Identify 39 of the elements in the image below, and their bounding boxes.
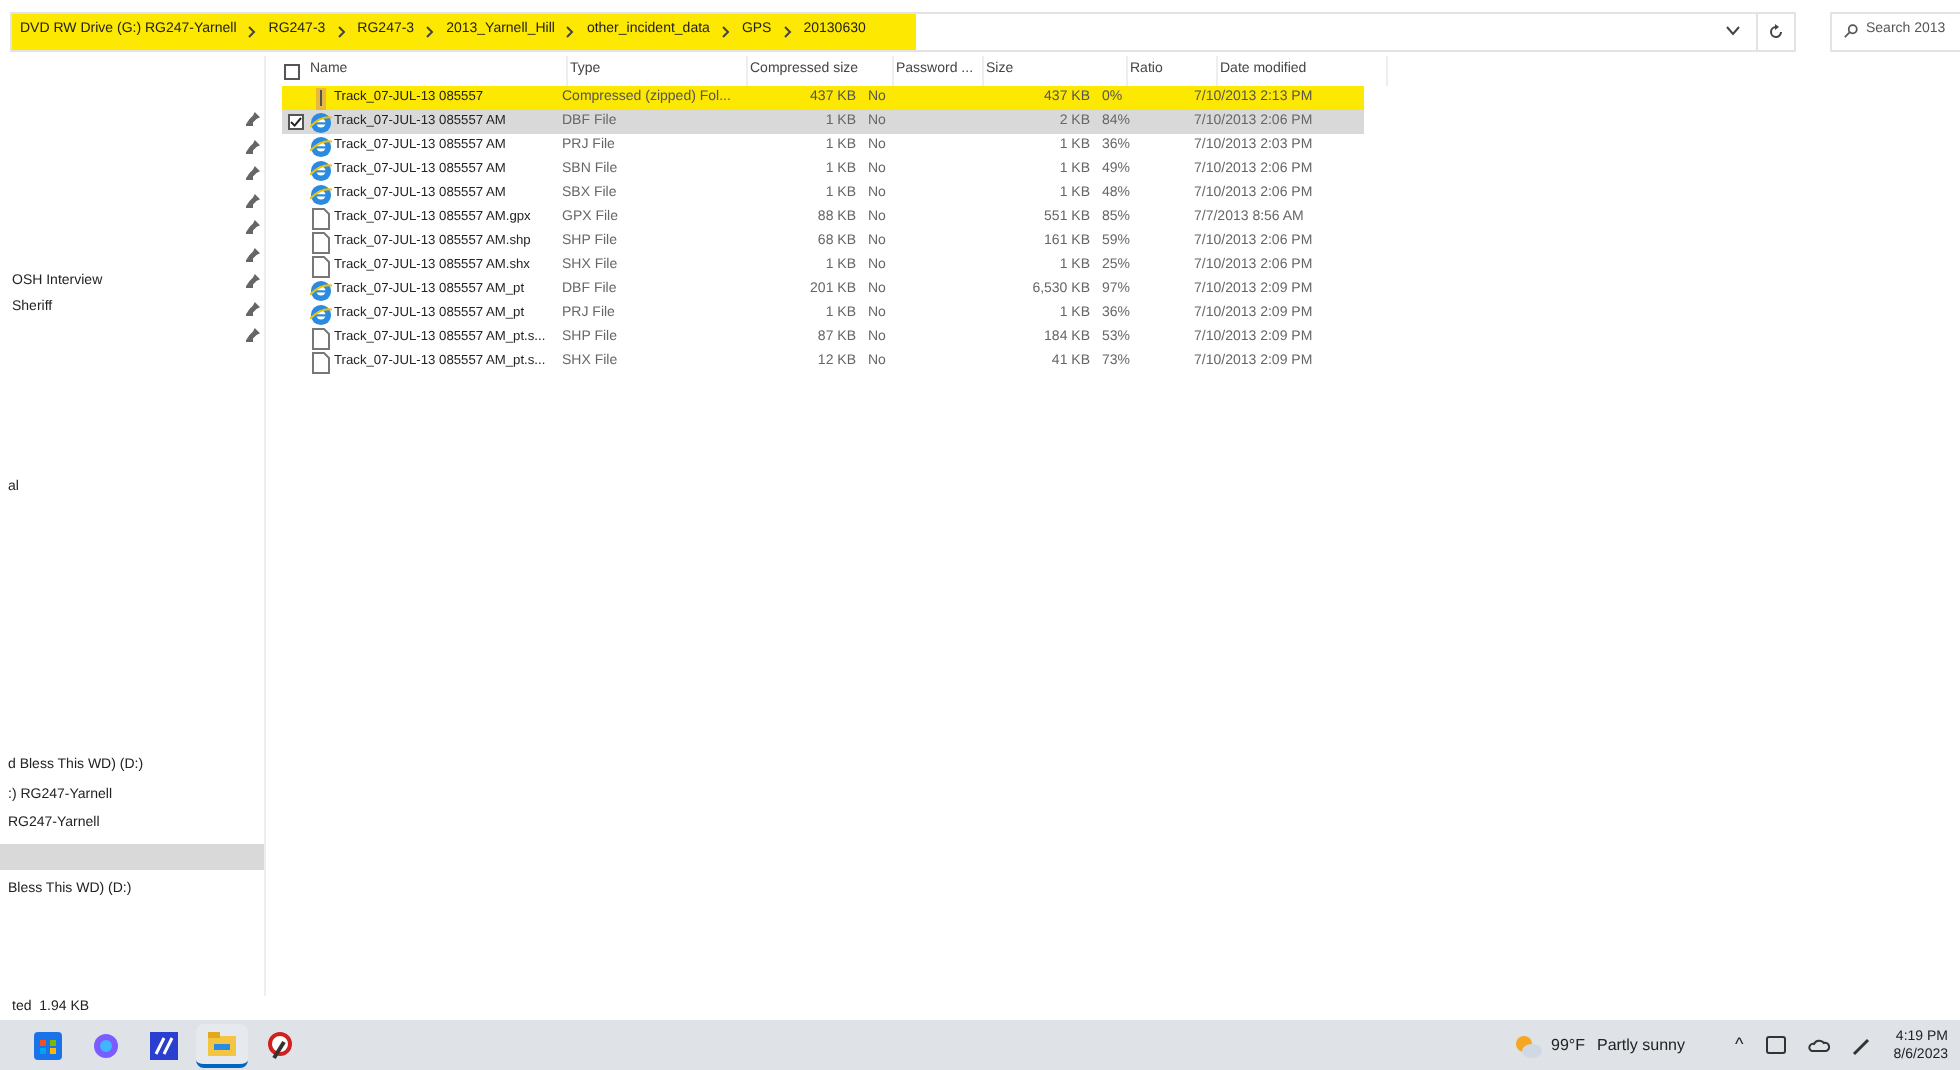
dropdown-icon[interactable] xyxy=(1726,26,1740,36)
document-icon xyxy=(311,231,329,253)
pin-icon[interactable] xyxy=(246,247,260,262)
tray-caret[interactable]: ^ xyxy=(1735,1031,1744,1059)
chevron-icon xyxy=(783,25,792,37)
pin-icon[interactable] xyxy=(246,301,260,316)
globe-e-icon xyxy=(309,279,331,301)
zip-folder-icon xyxy=(311,87,329,109)
chevron-icon xyxy=(566,25,575,37)
globe-e-icon xyxy=(309,183,331,205)
weather-temp[interactable]: 99°F xyxy=(1551,1033,1585,1057)
globe-e-icon xyxy=(309,303,331,325)
globe-e-icon xyxy=(309,111,331,133)
checkbox[interactable] xyxy=(287,114,303,130)
folder-icon[interactable] xyxy=(196,1023,248,1067)
pin-icon[interactable] xyxy=(246,328,260,343)
document-icon xyxy=(311,255,329,277)
document-icon xyxy=(311,207,329,229)
weather-condition[interactable]: Partly sunny xyxy=(1596,1033,1686,1057)
search-icon xyxy=(1844,24,1858,38)
chevron-icon xyxy=(426,25,435,37)
chevron-icon xyxy=(248,25,257,37)
globe-e-icon xyxy=(309,159,331,181)
pin-icon[interactable] xyxy=(246,274,260,289)
document-icon xyxy=(311,327,329,349)
pin-icon[interactable] xyxy=(246,112,260,127)
pin-icon[interactable] xyxy=(246,193,260,208)
pin-icon[interactable] xyxy=(246,139,260,154)
cloud-icon[interactable] xyxy=(1807,1038,1830,1052)
pin-icon[interactable] xyxy=(246,166,260,181)
pen-icon[interactable] xyxy=(1851,1035,1872,1055)
select-all-checkbox[interactable] xyxy=(284,63,300,79)
chevron-icon xyxy=(337,25,346,37)
document-icon xyxy=(311,351,329,373)
meet-icon[interactable] xyxy=(1765,1036,1786,1054)
chevron-icon xyxy=(721,25,730,37)
refresh-icon[interactable] xyxy=(1768,23,1784,39)
globe-e-icon xyxy=(309,135,331,157)
pin-icon[interactable] xyxy=(246,220,260,235)
